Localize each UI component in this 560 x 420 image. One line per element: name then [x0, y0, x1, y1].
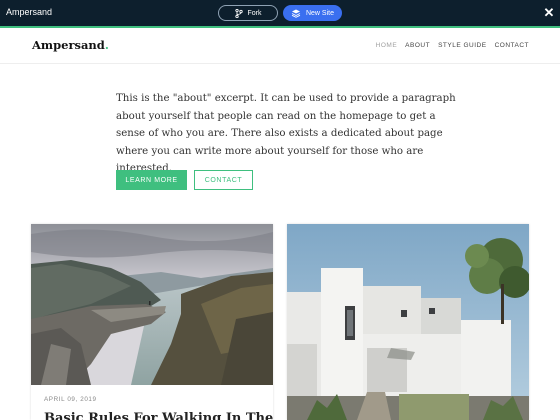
white-modern-house-photo[interactable]: [287, 224, 529, 420]
post-card[interactable]: [287, 224, 529, 420]
fork-icon: [234, 8, 243, 18]
deploy-bar: Ampersand Fork New Site ✕: [0, 0, 560, 26]
close-icon[interactable]: ✕: [543, 6, 555, 20]
new-site-label: New Site: [305, 9, 334, 17]
nav-contact[interactable]: CONTACT: [495, 42, 529, 49]
deploy-bar-title: Ampersand: [6, 7, 53, 17]
learn-more-button[interactable]: LEARN MORE: [116, 170, 187, 190]
contact-button[interactable]: CONTACT: [194, 170, 253, 190]
fork-button[interactable]: Fork: [218, 5, 278, 21]
site-logo[interactable]: Ampersand.: [32, 38, 109, 52]
fork-label: Fork: [247, 9, 262, 17]
new-site-button[interactable]: New Site: [283, 5, 342, 21]
post-card[interactable]: APRIL 09, 2019 Basic Rules For Walking I…: [31, 224, 273, 420]
site-logo-text: Ampersand: [32, 38, 105, 52]
nav-home[interactable]: HOME: [376, 42, 398, 49]
nav-about[interactable]: ABOUT: [405, 42, 430, 49]
post-title[interactable]: Basic Rules For Walking In The: [44, 411, 273, 420]
rocket-icon: [291, 9, 301, 18]
main-nav: HOME ABOUT STYLE GUIDE CONTACT: [376, 42, 529, 49]
about-excerpt: This is the "about" excerpt. It can be u…: [116, 93, 456, 174]
site-header: Ampersand. HOME ABOUT STYLE GUIDE CONTAC…: [0, 28, 560, 64]
post-date: APRIL 09, 2019: [44, 396, 97, 403]
site-logo-dot: .: [104, 38, 109, 52]
nav-style-guide[interactable]: STYLE GUIDE: [438, 42, 486, 49]
mountain-fjord-photo[interactable]: [31, 224, 273, 385]
